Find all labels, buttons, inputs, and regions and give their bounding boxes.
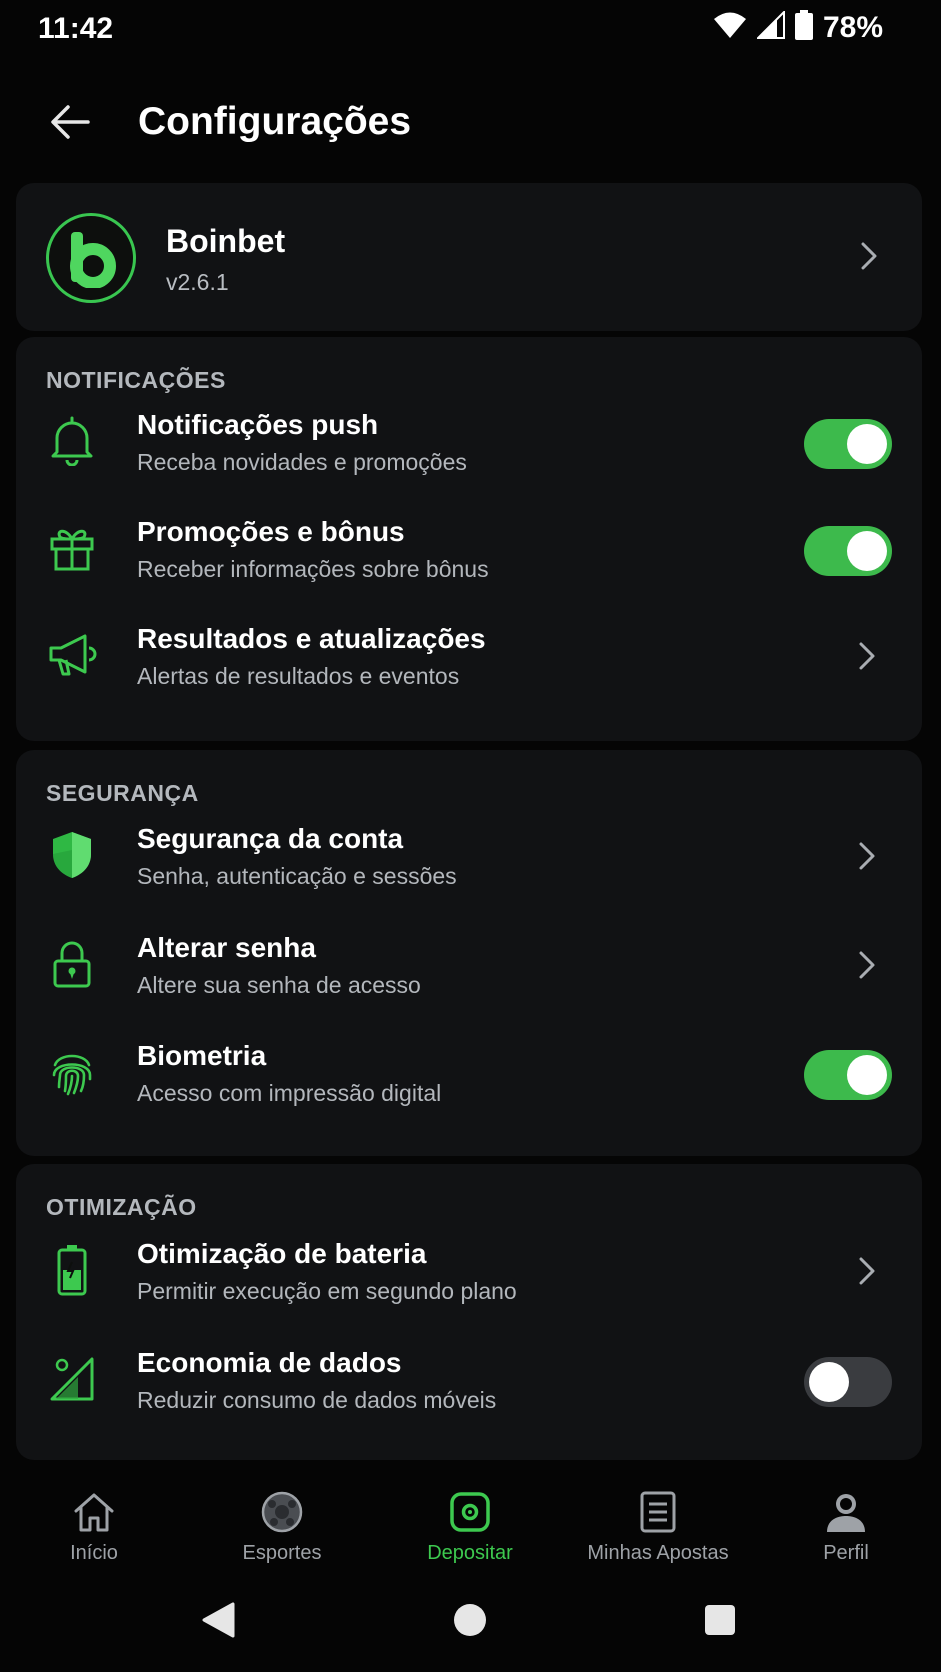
notifications-section: NOTIFICAÇÕES Notificações push Receba no… bbox=[16, 337, 922, 741]
system-back-button[interactable] bbox=[198, 1600, 238, 1640]
setting-title: Promoções e bônus bbox=[137, 516, 405, 547]
setting-row-battery-optimization[interactable]: Otimização de bateria Permitir execução … bbox=[16, 1222, 922, 1322]
status-bar: 11:42 78% bbox=[0, 0, 941, 58]
nav-item-inicio[interactable]: Início bbox=[0, 1466, 188, 1578]
setting-subtitle: Reduzir consumo de dados móveis bbox=[137, 1387, 497, 1413]
push-notifications-toggle[interactable] bbox=[804, 419, 892, 469]
security-section: SEGURANÇA Segurança da conta Senha, aute… bbox=[16, 750, 922, 1156]
setting-title: Resultados e atualizações bbox=[137, 623, 486, 654]
nav-item-minhas-apostas[interactable]: Minhas Apostas bbox=[564, 1466, 752, 1578]
toggle-knob bbox=[847, 1055, 887, 1095]
chevron-right-icon bbox=[854, 241, 884, 271]
setting-title: Biometria bbox=[137, 1040, 267, 1071]
setting-row-promotions-bonus[interactable]: Promoções e bônus Receber informações so… bbox=[16, 500, 922, 600]
setting-title: Otimização de bateria bbox=[137, 1238, 427, 1269]
nav-item-perfil[interactable]: Perfil bbox=[752, 1466, 940, 1578]
nav-item-depositar[interactable]: Depositar bbox=[376, 1466, 564, 1578]
home-icon bbox=[70, 1488, 118, 1536]
setting-row-account-security[interactable]: Segurança da conta Senha, autenticação e… bbox=[16, 807, 922, 907]
deposit-icon bbox=[446, 1488, 494, 1536]
setting-subtitle: Permitir execução em segundo plano bbox=[137, 1278, 517, 1304]
toggle-knob bbox=[809, 1362, 849, 1402]
chevron-right-icon bbox=[852, 1256, 882, 1286]
back-button[interactable] bbox=[46, 98, 94, 146]
bell-icon bbox=[46, 415, 98, 467]
nav-label: Esportes bbox=[242, 1542, 322, 1564]
setting-subtitle: Altere sua senha de acesso bbox=[137, 972, 421, 998]
toggle-knob bbox=[847, 531, 887, 571]
megaphone-icon bbox=[46, 629, 98, 681]
cell-signal-icon bbox=[755, 9, 785, 44]
chevron-right-icon bbox=[852, 641, 882, 671]
boinbet-logo-icon bbox=[46, 213, 136, 303]
setting-title: Segurança da conta bbox=[137, 823, 404, 854]
wifi-icon bbox=[713, 11, 747, 44]
app-version: v2.6.1 bbox=[166, 269, 229, 295]
battery-icon bbox=[46, 1244, 98, 1296]
setting-subtitle: Receber informações sobre bônus bbox=[137, 556, 489, 582]
sports-ball-icon bbox=[258, 1488, 306, 1536]
setting-subtitle: Alertas de resultados e eventos bbox=[137, 663, 460, 689]
shield-icon bbox=[46, 829, 98, 881]
status-time: 11:42 bbox=[38, 12, 114, 45]
section-title: NOTIFICAÇÕES bbox=[46, 367, 226, 393]
data-saver-icon bbox=[46, 1353, 98, 1405]
bets-list-icon bbox=[634, 1488, 682, 1536]
optimization-section: OTIMIZAÇÃO Otimização de bateria Permiti… bbox=[16, 1164, 922, 1460]
setting-title: Alterar senha bbox=[137, 932, 316, 963]
arrow-left-icon bbox=[51, 105, 90, 139]
nav-item-esportes[interactable]: Esportes bbox=[188, 1466, 376, 1578]
page-title: Configurações bbox=[138, 100, 412, 143]
chevron-right-icon bbox=[852, 950, 882, 980]
app-info-card[interactable]: Boinbet v2.6.1 bbox=[16, 183, 922, 331]
section-title: OTIMIZAÇÃO bbox=[46, 1194, 197, 1220]
bottom-navigation: Início Esportes Depositar Minhas Apostas… bbox=[0, 1466, 941, 1578]
section-title: SEGURANÇA bbox=[46, 780, 199, 806]
nav-label: Perfil bbox=[823, 1542, 869, 1564]
lock-icon bbox=[46, 938, 98, 990]
setting-row-push-notifications[interactable]: Notificações push Receba novidades e pro… bbox=[16, 393, 922, 493]
circle-home-icon bbox=[454, 1604, 486, 1636]
data-saver-toggle[interactable] bbox=[804, 1357, 892, 1407]
system-home-button[interactable] bbox=[450, 1600, 490, 1640]
setting-title: Economia de dados bbox=[137, 1347, 402, 1378]
system-navigation-bar bbox=[0, 1580, 941, 1672]
setting-row-results-updates[interactable]: Resultados e atualizações Alertas de res… bbox=[16, 607, 922, 707]
square-recents-icon bbox=[705, 1605, 735, 1635]
nav-label: Depositar bbox=[427, 1542, 513, 1564]
profile-icon bbox=[822, 1488, 870, 1536]
setting-subtitle: Acesso com impressão digital bbox=[137, 1080, 442, 1106]
status-icons: 78% bbox=[713, 9, 883, 45]
system-recents-button[interactable] bbox=[700, 1600, 740, 1640]
setting-row-change-password[interactable]: Alterar senha Altere sua senha de acesso bbox=[16, 916, 922, 1016]
setting-title: Notificações push bbox=[137, 409, 379, 440]
fingerprint-icon bbox=[46, 1046, 98, 1098]
setting-row-data-saver[interactable]: Economia de dados Reduzir consumo de dad… bbox=[16, 1331, 922, 1431]
setting-subtitle: Senha, autenticação e sessões bbox=[137, 863, 457, 889]
battery-icon bbox=[794, 10, 813, 45]
nav-label: Minhas Apostas bbox=[587, 1542, 729, 1564]
promotions-toggle[interactable] bbox=[804, 526, 892, 576]
setting-row-biometrics[interactable]: Biometria Acesso com impressão digital bbox=[16, 1024, 922, 1124]
triangle-back-icon bbox=[202, 1602, 235, 1638]
battery-percent: 78% bbox=[822, 10, 883, 44]
chevron-right-icon bbox=[852, 841, 882, 871]
app-bar: Configurações bbox=[0, 80, 941, 164]
gift-icon bbox=[46, 522, 98, 574]
nav-label: Início bbox=[70, 1542, 118, 1564]
toggle-knob bbox=[847, 424, 887, 464]
setting-subtitle: Receba novidades e promoções bbox=[137, 449, 467, 475]
app-name: Boinbet bbox=[166, 223, 286, 259]
biometrics-toggle[interactable] bbox=[804, 1050, 892, 1100]
